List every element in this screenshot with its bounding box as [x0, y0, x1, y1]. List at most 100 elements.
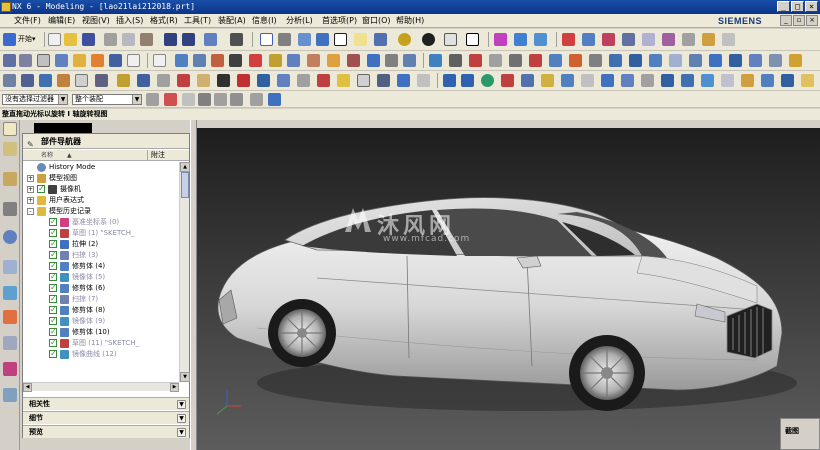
wcs-origin-icon[interactable]: [514, 33, 527, 46]
part-navigator-icon[interactable]: [3, 142, 17, 156]
revolve-icon[interactable]: [127, 54, 140, 67]
chevron-down-icon[interactable]: ▼: [177, 414, 186, 423]
visibility-checkbox[interactable]: ✓: [49, 350, 57, 358]
menu-tools[interactable]: 工具(T): [184, 14, 211, 28]
cone-icon[interactable]: [73, 54, 86, 67]
unite-icon[interactable]: [367, 54, 380, 67]
block-icon[interactable]: [37, 54, 50, 67]
circle-icon[interactable]: [481, 74, 494, 87]
zoom-in-out-icon[interactable]: [298, 33, 311, 46]
visual-effects-icon[interactable]: [3, 336, 17, 350]
wcs-rotate-icon[interactable]: [534, 33, 547, 46]
navigator-tab[interactable]: [34, 123, 92, 133]
palette-icon[interactable]: [3, 388, 17, 402]
tree-item[interactable]: ✓ 草图 (11) "SKETCH_: [23, 338, 179, 349]
visibility-checkbox[interactable]: ✓: [49, 306, 57, 314]
layer-settings-icon[interactable]: [277, 74, 290, 87]
grid-icon[interactable]: [357, 74, 370, 87]
select-icon[interactable]: [204, 33, 217, 46]
doc-close-button[interactable]: ×: [806, 15, 818, 26]
mirror-feature-icon[interactable]: [569, 54, 582, 67]
open-icon[interactable]: [64, 33, 77, 46]
tree-item[interactable]: ✓ 修剪体 (8): [23, 305, 179, 316]
combine-curve-icon[interactable]: [661, 74, 674, 87]
extrude-icon[interactable]: [109, 54, 122, 67]
navigator-horizontal-scrollbar[interactable]: ◀ ▶: [23, 382, 179, 392]
tree-item[interactable]: ✓ 修剪体 (10): [23, 327, 179, 338]
tree-item[interactable]: + 模型视图: [23, 173, 179, 184]
helix-icon[interactable]: [621, 74, 634, 87]
scroll-thumb[interactable]: [181, 172, 189, 198]
visibility-checkbox[interactable]: ✓: [49, 229, 57, 237]
measure-icon[interactable]: [702, 33, 715, 46]
text-curve-icon[interactable]: [641, 74, 654, 87]
visibility-checkbox[interactable]: ✓: [37, 185, 45, 193]
hd3d-tools-icon[interactable]: [3, 202, 17, 216]
menu-insert[interactable]: 插入(S): [116, 14, 143, 28]
web-browser-icon[interactable]: [3, 230, 17, 244]
groove-icon[interactable]: [249, 54, 262, 67]
wcs-icon[interactable]: [494, 33, 507, 46]
save-icon[interactable]: [82, 33, 95, 46]
project-curve-icon[interactable]: [561, 74, 574, 87]
menu-edit[interactable]: 编辑(E): [48, 14, 75, 28]
scroll-left-icon[interactable]: ◀: [23, 383, 32, 392]
selection-scope-select[interactable]: 整个装配 ▼: [72, 94, 142, 105]
arc-icon[interactable]: [461, 74, 474, 87]
point-icon[interactable]: [562, 33, 575, 46]
line-icon[interactable]: [443, 74, 456, 87]
details-panel[interactable]: 细节 ▼: [23, 411, 189, 424]
chevron-down-icon[interactable]: ▼: [177, 400, 186, 409]
expand-icon[interactable]: +: [27, 175, 34, 182]
start-icon[interactable]: [3, 33, 16, 46]
graphics-window[interactable]: 沐风网 www.mfcad.com 截图: [197, 128, 820, 450]
rotate-icon[interactable]: [334, 33, 347, 46]
offset-face-icon[interactable]: [489, 54, 502, 67]
chevron-down-icon[interactable]: ▼: [177, 428, 186, 437]
orient-view-icon[interactable]: [422, 33, 435, 46]
split-body-icon[interactable]: [469, 54, 482, 67]
taper-icon[interactable]: [327, 54, 340, 67]
shaded-icon[interactable]: [374, 33, 387, 46]
move-to-layer-icon[interactable]: [297, 74, 310, 87]
divide-curve-icon[interactable]: [721, 74, 734, 87]
tree-item[interactable]: History Mode: [23, 162, 179, 173]
law-extension-icon[interactable]: [749, 54, 762, 67]
through-mesh-icon[interactable]: [629, 54, 642, 67]
offset-surface-icon[interactable]: [769, 54, 782, 67]
redo-icon[interactable]: [182, 33, 195, 46]
intersect-icon[interactable]: [403, 54, 416, 67]
delete-icon[interactable]: [137, 74, 150, 87]
scroll-up-icon[interactable]: ▲: [180, 162, 190, 172]
measure-angle-icon[interactable]: [722, 33, 735, 46]
pan-icon[interactable]: [316, 33, 329, 46]
suppress-icon[interactable]: [95, 74, 108, 87]
expand-icon[interactable]: +: [27, 197, 34, 204]
curve-rule-icon[interactable]: [230, 93, 243, 106]
swept-icon[interactable]: [649, 54, 662, 67]
tree-item[interactable]: ✓ 镜像体 (9): [23, 316, 179, 327]
tree-item[interactable]: ✓ 镜像体 (5): [23, 272, 179, 283]
tree-item[interactable]: ✓ 草图 (1) "SKETCH_: [23, 228, 179, 239]
feature-selection-icon[interactable]: [198, 93, 211, 106]
tree-item[interactable]: + 用户表达式: [23, 195, 179, 206]
tree-item[interactable]: + ✓ 摄像机: [23, 184, 179, 195]
chamfer-icon[interactable]: [287, 54, 300, 67]
mirror-curve-icon[interactable]: [681, 74, 694, 87]
tree-item[interactable]: ✓ 基准坐标系 (0): [23, 217, 179, 228]
subtract-icon[interactable]: [385, 54, 398, 67]
system-scenes-icon[interactable]: [3, 310, 17, 324]
shell-icon[interactable]: [307, 54, 320, 67]
boss-icon[interactable]: [175, 54, 188, 67]
close-button[interactable]: ×: [805, 1, 818, 12]
visibility-checkbox[interactable]: ✓: [49, 317, 57, 325]
refresh-icon[interactable]: [157, 74, 170, 87]
scroll-right-icon[interactable]: ▶: [170, 383, 179, 392]
menu-format[interactable]: 格式(R): [150, 14, 178, 28]
new-icon[interactable]: [48, 33, 61, 46]
smooth-spline-icon[interactable]: [761, 74, 774, 87]
render-style-icon[interactable]: [398, 33, 411, 46]
offset-curve-icon[interactable]: [521, 74, 534, 87]
visibility-checkbox[interactable]: ✓: [49, 262, 57, 270]
visibility-checkbox[interactable]: ✓: [49, 284, 57, 292]
